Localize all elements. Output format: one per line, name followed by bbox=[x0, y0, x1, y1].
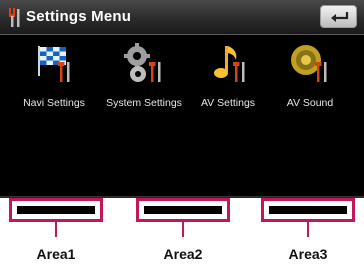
page-title: Settings Menu bbox=[26, 8, 132, 25]
settings-screen: Settings Menu Navi Settings System Setti… bbox=[0, 0, 364, 198]
menu-item-navi-settings[interactable]: Navi Settings bbox=[8, 42, 100, 122]
menu-item-system-settings[interactable]: System Settings bbox=[98, 42, 190, 122]
menu-item-label: Navi Settings bbox=[23, 97, 85, 109]
checkered-flag-icon bbox=[38, 46, 70, 82]
title-bar: Settings Menu bbox=[0, 0, 364, 35]
area3-leader-line bbox=[307, 222, 309, 237]
area1-highlight bbox=[9, 198, 103, 222]
area3-label: Area3 bbox=[288, 246, 328, 262]
gears-icon bbox=[124, 43, 161, 82]
area2-highlight bbox=[136, 198, 230, 222]
area2-label: Area2 bbox=[163, 246, 203, 262]
back-button[interactable] bbox=[320, 5, 357, 28]
music-note-icon bbox=[214, 46, 245, 82]
wrench-fork-icon bbox=[9, 8, 20, 27]
area2-leader-line bbox=[182, 222, 184, 237]
return-arrow-icon bbox=[331, 12, 349, 22]
area1-bar bbox=[17, 206, 95, 214]
menu-item-av-sound[interactable]: AV Sound bbox=[264, 42, 356, 122]
menu-item-av-settings[interactable]: AV Settings bbox=[182, 42, 274, 122]
menu-item-label: System Settings bbox=[106, 97, 182, 109]
area1-leader-line bbox=[55, 222, 57, 237]
area2-bar bbox=[144, 206, 222, 214]
area1-label: Area1 bbox=[36, 246, 76, 262]
menu-item-label: AV Settings bbox=[200, 97, 256, 109]
area3-highlight bbox=[261, 198, 355, 222]
area3-bar bbox=[269, 206, 347, 214]
menu-item-label: AV Sound bbox=[286, 97, 334, 109]
speaker-icon bbox=[291, 45, 327, 82]
